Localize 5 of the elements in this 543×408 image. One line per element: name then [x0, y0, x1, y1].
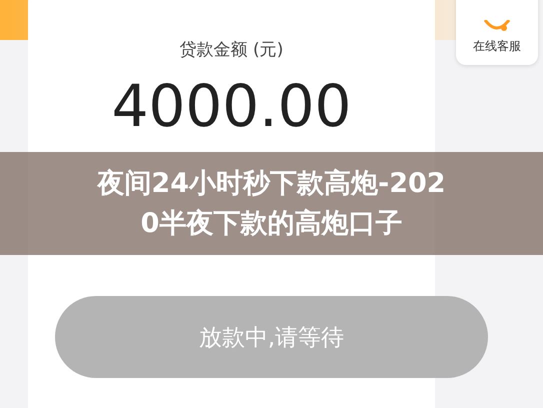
amount-value: 4000.00: [112, 75, 352, 139]
caption-text: 0半夜下款的高炮口子: [140, 206, 402, 240]
customer-service-button[interactable]: 在线客服: [456, 0, 538, 65]
caption-text: 夜间24小时秒下款高炮-202: [97, 166, 446, 200]
amount-label: 贷款金额 (元): [180, 39, 284, 61]
